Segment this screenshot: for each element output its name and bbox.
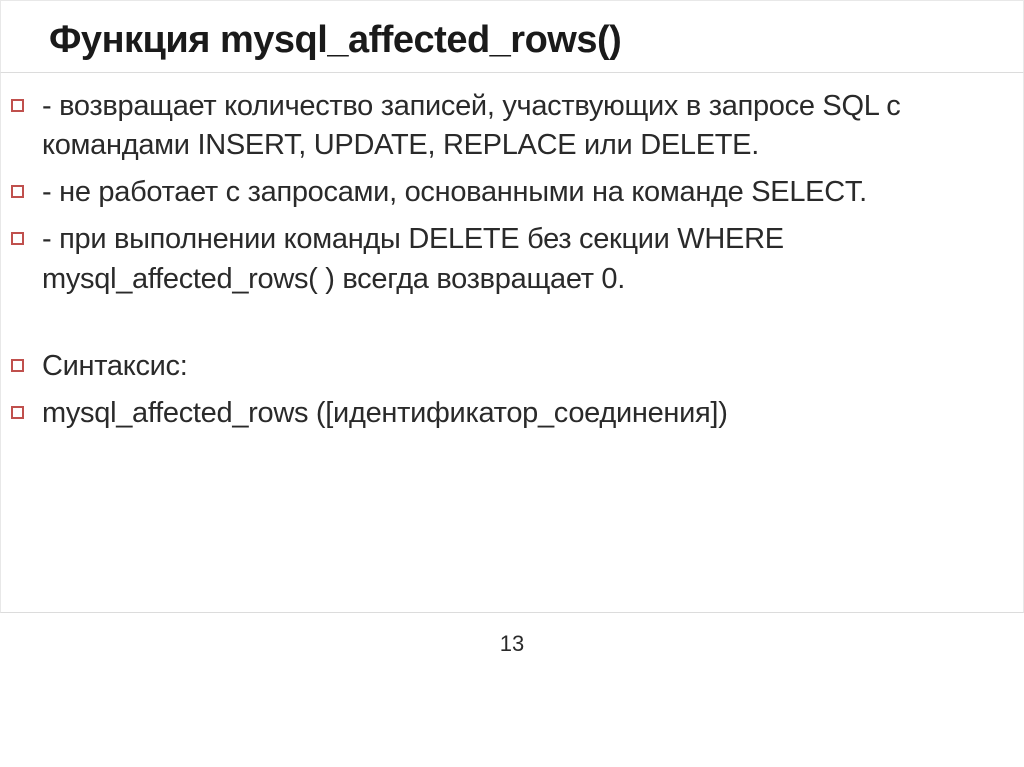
bullet-text: - не работает с запросами, основанными н… xyxy=(42,173,867,212)
bullet-item: Синтаксис: xyxy=(11,347,1003,386)
content-section: - возвращает количество записей, участву… xyxy=(0,73,1024,613)
bullet-text: Синтаксис: xyxy=(42,347,188,386)
bullet-text: - возвращает количество записей, участву… xyxy=(42,87,1003,165)
bullet-item: mysql_affected_rows ([идентификатор_соед… xyxy=(11,394,1003,433)
spacer xyxy=(11,307,1003,347)
bullet-text: - при выполнении команды DELETE без секц… xyxy=(42,220,1003,298)
slide-title: Функция mysql_affected_rows() xyxy=(49,19,1003,62)
bullet-text: mysql_affected_rows ([идентификатор_соед… xyxy=(42,394,728,433)
square-bullet-icon xyxy=(11,185,24,198)
bullet-item: - возвращает количество записей, участву… xyxy=(11,87,1003,165)
square-bullet-icon xyxy=(11,99,24,112)
page-number: 13 xyxy=(0,631,1024,657)
square-bullet-icon xyxy=(11,359,24,372)
bullet-item: - при выполнении команды DELETE без секц… xyxy=(11,220,1003,298)
slide: Функция mysql_affected_rows() - возвраща… xyxy=(0,0,1024,767)
square-bullet-icon xyxy=(11,406,24,419)
title-section: Функция mysql_affected_rows() xyxy=(0,0,1024,73)
bullet-item: - не работает с запросами, основанными н… xyxy=(11,173,1003,212)
square-bullet-icon xyxy=(11,232,24,245)
